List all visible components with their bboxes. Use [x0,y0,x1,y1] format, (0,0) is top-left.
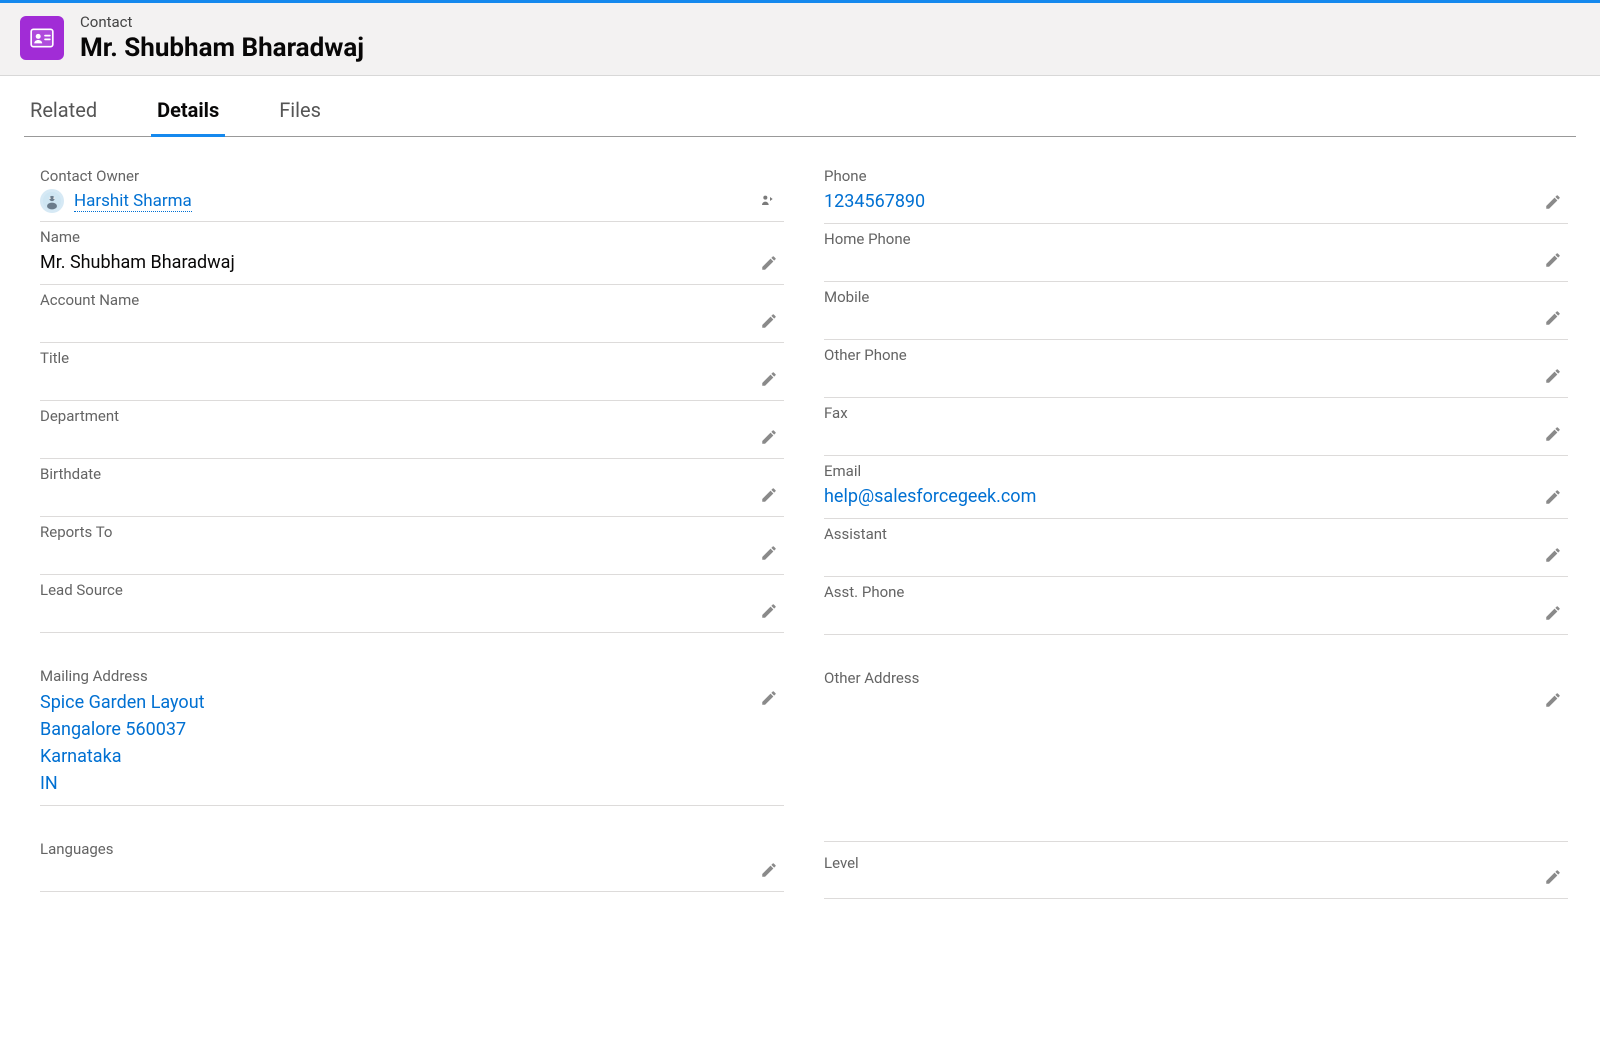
field-label: Level [824,854,1532,872]
field-label: Birthdate [40,465,748,483]
header-text: Contact Mr. Shubham Bharadwaj [80,13,364,63]
field-reports-to: Reports To [40,517,784,575]
object-label: Contact [80,13,364,31]
pencil-icon[interactable] [1544,546,1564,566]
field-title: Title [40,343,784,401]
field-value: Mr. Shubham Bharadwaj [40,250,748,276]
pencil-icon[interactable] [760,486,780,506]
tab-related[interactable]: Related [24,88,103,137]
pencil-icon[interactable] [760,370,780,390]
field-mailing-address: Mailing Address Spice Garden Layout Bang… [40,661,784,806]
field-label: Account Name [40,291,748,309]
field-label: Department [40,407,748,425]
field-label: Email [824,462,1532,480]
phone-link[interactable]: 1234567890 [824,189,1532,215]
field-label: Assistant [824,525,1532,543]
field-label: Phone [824,167,1532,185]
address-line[interactable]: Karnataka [40,743,748,770]
field-label: Lead Source [40,581,748,599]
pencil-icon[interactable] [1544,868,1564,888]
details-body: Contact Owner Harshit Sharma Name Mr. Sh… [0,137,1600,939]
field-department: Department [40,401,784,459]
field-assistant: Assistant [824,519,1568,577]
mailing-address-value[interactable]: Spice Garden Layout Bangalore 560037 Kar… [40,689,748,797]
pencil-icon[interactable] [1544,251,1564,271]
pencil-icon[interactable] [760,254,780,274]
field-label: Home Phone [824,230,1532,248]
pencil-icon[interactable] [1544,193,1564,213]
avatar-icon [40,189,64,213]
field-name: Name Mr. Shubham Bharadwaj [40,222,784,285]
field-label: Asst. Phone [824,583,1532,601]
field-account-name: Account Name [40,285,784,343]
owner-link[interactable]: Harshit Sharma [74,191,192,212]
field-label: Other Phone [824,346,1532,364]
pencil-icon[interactable] [760,544,780,564]
field-label: Reports To [40,523,748,541]
field-label: Languages [40,840,748,858]
pencil-icon[interactable] [1544,488,1564,508]
contact-record-page: Contact Mr. Shubham Bharadwaj Related De… [0,0,1600,1057]
address-line[interactable]: Bangalore 560037 [40,716,748,743]
field-lead-source: Lead Source [40,575,784,633]
details-left-column: Contact Owner Harshit Sharma Name Mr. Sh… [40,161,784,899]
field-level: Level [824,841,1568,899]
field-contact-owner: Contact Owner Harshit Sharma [40,161,784,222]
pencil-icon[interactable] [760,312,780,332]
pencil-icon[interactable] [1544,309,1564,329]
field-phone: Phone 1234567890 [824,161,1568,224]
tabs: Related Details Files [24,88,1576,137]
field-label: Fax [824,404,1532,422]
address-line[interactable]: Spice Garden Layout [40,689,748,716]
pencil-icon[interactable] [1544,604,1564,624]
field-mobile: Mobile [824,282,1568,340]
field-label: Title [40,349,748,367]
pencil-icon[interactable] [1544,425,1564,445]
field-label: Mailing Address [40,667,748,685]
field-label: Other Address [824,669,1532,687]
details-right-column: Phone 1234567890 Home Phone Mobile Other… [824,161,1568,899]
tabs-container: Related Details Files [0,88,1600,137]
pencil-icon[interactable] [1544,691,1564,711]
field-asst-phone: Asst. Phone [824,577,1568,635]
pencil-icon[interactable] [760,689,780,709]
field-label: Mobile [824,288,1532,306]
field-label: Contact Owner [40,167,748,185]
contact-icon [20,16,64,60]
owner-row: Harshit Sharma [40,189,748,213]
pencil-icon[interactable] [760,428,780,448]
pencil-icon[interactable] [1544,367,1564,387]
field-email: Email help@salesforcegeek.com [824,456,1568,519]
field-fax: Fax [824,398,1568,456]
record-title: Mr. Shubham Bharadwaj [80,33,364,63]
change-owner-icon[interactable] [760,193,778,211]
field-other-phone: Other Phone [824,340,1568,398]
tab-details[interactable]: Details [151,88,225,137]
record-header: Contact Mr. Shubham Bharadwaj [0,3,1600,76]
field-birthdate: Birthdate [40,459,784,517]
field-label: Name [40,228,748,246]
email-link[interactable]: help@salesforcegeek.com [824,484,1532,510]
pencil-icon[interactable] [760,861,780,881]
field-other-address: Other Address [824,663,1568,813]
field-languages: Languages [40,834,784,892]
tab-files[interactable]: Files [273,88,327,137]
pencil-icon[interactable] [760,602,780,622]
field-home-phone: Home Phone [824,224,1568,282]
address-line[interactable]: IN [40,770,748,797]
